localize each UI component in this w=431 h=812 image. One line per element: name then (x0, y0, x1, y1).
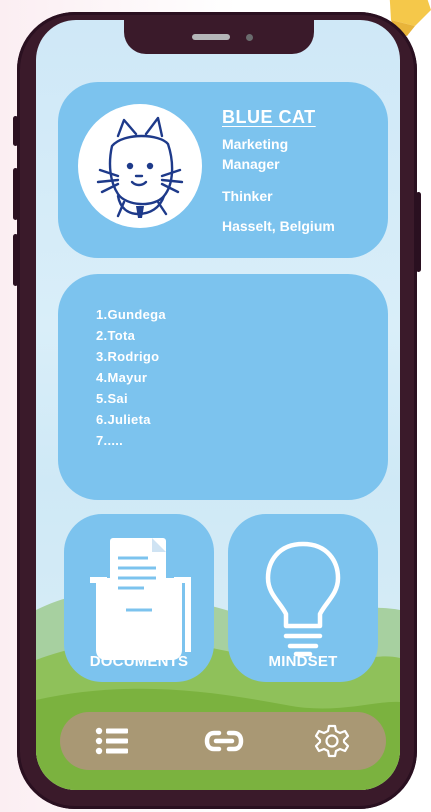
documents-tile[interactable]: DOCUMENTS (64, 514, 214, 682)
profile-name: BLUE CAT (222, 107, 316, 127)
list-item[interactable]: 6.Julieta (96, 409, 166, 430)
profile-title-cont: Manager (222, 156, 280, 172)
side-button-volume-down (13, 234, 18, 286)
mindset-tile[interactable]: MINDSET (228, 514, 378, 682)
speaker-grille (192, 34, 230, 40)
front-camera (246, 34, 253, 41)
mindset-label: MINDSET (268, 653, 338, 670)
list-item[interactable]: 3.Rodrigo (96, 346, 166, 367)
cat-avatar-icon (96, 116, 184, 218)
link-button[interactable] (204, 722, 244, 760)
side-button-power (416, 192, 421, 272)
avatar[interactable] (78, 104, 202, 228)
documents-label: DOCUMENTS (89, 653, 189, 670)
side-button-volume-up (13, 168, 18, 220)
list-item[interactable]: 5.Sai (96, 388, 166, 409)
link-icon (204, 730, 244, 752)
phone-notch (124, 20, 314, 54)
list-button[interactable] (92, 722, 132, 760)
list-item[interactable]: 2.Tota (96, 325, 166, 346)
profile-trait: Thinker (222, 188, 273, 204)
list-item[interactable]: 4.Mayur (96, 367, 166, 388)
list-icon (95, 727, 128, 755)
team-list-card[interactable]: 1.Gundega 2.Tota 3.Rodrigo 4.Mayur 5.Sai… (58, 274, 388, 500)
settings-button[interactable] (312, 722, 352, 760)
list-item[interactable]: 7..... (96, 430, 166, 451)
gear-icon (314, 724, 350, 758)
side-button-mute (13, 116, 18, 146)
phone-screen: BLUE CAT Marketing Manager Thinker Hasse… (36, 20, 400, 790)
profile-title: Marketing (222, 136, 289, 152)
team-list: 1.Gundega 2.Tota 3.Rodrigo 4.Mayur 5.Sai… (96, 304, 166, 451)
list-item[interactable]: 1.Gundega (96, 304, 166, 325)
profile-card[interactable]: BLUE CAT Marketing Manager Thinker Hasse… (58, 82, 388, 258)
profile-location: Hasselt, Belgium (222, 218, 335, 234)
bottom-navbar (60, 712, 386, 770)
